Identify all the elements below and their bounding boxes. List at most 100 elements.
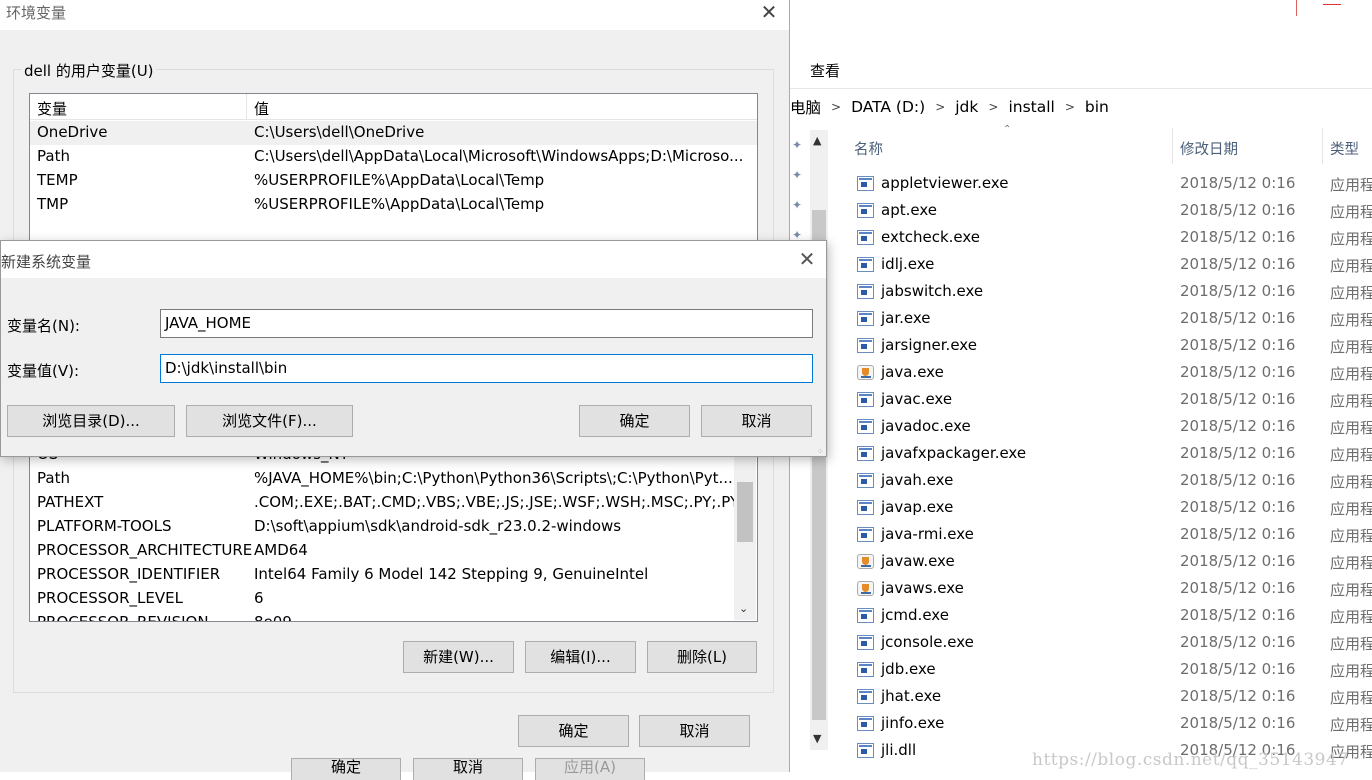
- exe-icon: [857, 662, 874, 677]
- breadcrumb-this-pc[interactable]: 电脑: [790, 96, 821, 118]
- column-header-type[interactable]: 类型: [1330, 138, 1359, 159]
- file-row[interactable]: jabswitch.exe 2018/5/12 0:16 应用程: [840, 278, 1372, 305]
- column-divider[interactable]: [1172, 128, 1173, 164]
- chevron-right-icon[interactable]: >: [1065, 100, 1075, 114]
- system-variable-row[interactable]: PROCESSOR_IDENTIFIER Intel64 Family 6 Mod…: [30, 563, 757, 587]
- new-variable-button[interactable]: 新建(W)...: [403, 641, 514, 673]
- file-row[interactable]: jinfo.exe 2018/5/12 0:16 应用程: [840, 710, 1372, 737]
- breadcrumb-jdk[interactable]: jdk: [955, 98, 978, 116]
- file-name: apt.exe: [881, 201, 937, 219]
- address-bar[interactable]: 电脑 > DATA (D:) > jdk > install > bin: [790, 95, 1372, 119]
- scroll-down-icon[interactable]: ⌄: [739, 602, 748, 615]
- user-variable-row[interactable]: TMP %USERPROFILE%\AppData\Local\Temp: [30, 193, 757, 217]
- ok-button[interactable]: 确定: [579, 405, 690, 437]
- file-name: javah.exe: [881, 471, 954, 489]
- system-variables-list[interactable]: OSWindows_NTPath%JAVA_HOME%\bin;C:\Pytho…: [29, 440, 758, 622]
- file-row[interactable]: javafxpackager.exe 2018/5/12 0:16 应用程: [840, 440, 1372, 467]
- pin-icon[interactable]: ✦: [792, 168, 804, 182]
- file-date: 2018/5/12 0:16: [1180, 471, 1296, 489]
- delete-variable-button[interactable]: 删除(L): [647, 641, 757, 673]
- exe-icon: [857, 635, 874, 650]
- file-type: 应用程: [1330, 608, 1372, 626]
- system-variable-row[interactable]: PROCESSOR_ARCHITECTURE AMD64: [30, 539, 757, 563]
- file-type: 应用程: [1330, 365, 1372, 383]
- pin-icon[interactable]: ✦: [792, 138, 804, 152]
- window-close-button[interactable]: [1296, 0, 1372, 16]
- file-row[interactable]: jarsigner.exe 2018/5/12 0:16 应用程: [840, 332, 1372, 359]
- exe-icon: [857, 527, 874, 542]
- behind-apply-button[interactable]: 应用(A): [535, 758, 645, 780]
- chevron-right-icon[interactable]: >: [831, 100, 841, 114]
- system-variable-row[interactable]: PATHEXT .COM;.EXE;.BAT;.CMD;.VBS;.VBE;.JS…: [30, 491, 757, 515]
- browse-file-button[interactable]: 浏览文件(F)...: [186, 405, 353, 437]
- file-row[interactable]: apt.exe 2018/5/12 0:16 应用程: [840, 197, 1372, 224]
- system-variable-row[interactable]: PROCESSOR_REVISION 8e09: [30, 611, 757, 622]
- scroll-up-icon[interactable]: ▲: [813, 134, 821, 147]
- file-row[interactable]: jar.exe 2018/5/12 0:16 应用程: [840, 305, 1372, 332]
- user-variable-row[interactable]: Path C:\Users\dell\AppData\Local\Microsof…: [30, 145, 757, 169]
- file-type: 应用程: [1330, 176, 1372, 194]
- column-divider[interactable]: [1322, 128, 1323, 164]
- file-row[interactable]: javadoc.exe 2018/5/12 0:16 应用程: [840, 413, 1372, 440]
- user-variables-list[interactable]: 变量 值 OneDrive C:\Users\dell\OneDrive Path C…: [29, 93, 758, 243]
- file-row[interactable]: jconsole.exe 2018/5/12 0:16 应用程: [840, 629, 1372, 656]
- file-row[interactable]: javaw.exe 2018/5/12 0:16 应用程: [840, 548, 1372, 575]
- cancel-button[interactable]: 取消: [639, 715, 750, 747]
- file-row[interactable]: javap.exe 2018/5/12 0:16 应用程: [840, 494, 1372, 521]
- file-row[interactable]: extcheck.exe 2018/5/12 0:16 应用程: [840, 224, 1372, 251]
- column-divider[interactable]: [246, 94, 247, 120]
- user-variable-row[interactable]: TEMP %USERPROFILE%\AppData\Local\Temp: [30, 169, 757, 193]
- file-row[interactable]: java.exe 2018/5/12 0:16 应用程: [840, 359, 1372, 386]
- file-name: jconsole.exe: [881, 633, 974, 651]
- breadcrumb-install[interactable]: install: [1008, 98, 1054, 116]
- chevron-right-icon[interactable]: >: [988, 100, 998, 114]
- file-date: 2018/5/12 0:16: [1180, 525, 1296, 543]
- variable-name-input[interactable]: JAVA_HOME: [160, 309, 813, 338]
- system-variable-row[interactable]: PROCESSOR_LEVEL 6: [30, 587, 757, 611]
- system-variable-row[interactable]: PLATFORM-TOOLS D:\soft\appium\sdk\android…: [30, 515, 757, 539]
- file-type: 应用程: [1330, 635, 1372, 653]
- close-icon[interactable]: ✕: [758, 0, 780, 24]
- file-type: 应用程: [1330, 554, 1372, 572]
- column-header-name[interactable]: 名称: [854, 138, 883, 159]
- ribbon-tab-view[interactable]: 查看: [810, 60, 840, 81]
- scroll-down-icon[interactable]: ▼: [813, 732, 821, 745]
- breadcrumb-data-drive[interactable]: DATA (D:): [851, 98, 925, 116]
- cancel-button[interactable]: 取消: [701, 405, 812, 437]
- file-row[interactable]: jcmd.exe 2018/5/12 0:16 应用程: [840, 602, 1372, 629]
- exe-icon: [857, 257, 874, 272]
- edit-variable-button[interactable]: 编辑(I)...: [525, 641, 636, 673]
- file-type: 应用程: [1330, 446, 1372, 464]
- column-header-variable[interactable]: 变量: [37, 98, 67, 119]
- file-date: 2018/5/12 0:16: [1180, 579, 1296, 597]
- pin-icon[interactable]: ✦: [792, 198, 804, 212]
- dialog-titlebar[interactable]: 新建系统变量 ✕: [1, 241, 826, 278]
- behind-cancel-button[interactable]: 取消: [413, 758, 523, 780]
- file-row[interactable]: java-rmi.exe 2018/5/12 0:16 应用程: [840, 521, 1372, 548]
- system-list-scroll-thumb[interactable]: [737, 482, 753, 542]
- variable-name: PROCESSOR_REVISION: [37, 613, 209, 622]
- file-row[interactable]: javaws.exe 2018/5/12 0:16 应用程: [840, 575, 1372, 602]
- system-variable-row[interactable]: Path %JAVA_HOME%\bin;C:\Python\Python36\S…: [30, 467, 757, 491]
- file-row[interactable]: javah.exe 2018/5/12 0:16 应用程: [840, 467, 1372, 494]
- file-date: 2018/5/12 0:16: [1180, 363, 1296, 381]
- file-row[interactable]: appletviewer.exe 2018/5/12 0:16 应用程: [840, 170, 1372, 197]
- ribbon-divider: [790, 88, 1372, 89]
- ok-button[interactable]: 确定: [518, 715, 629, 747]
- behind-ok-button[interactable]: 确定: [291, 758, 401, 780]
- variable-value-input[interactable]: D:\jdk\install\bin: [160, 354, 813, 383]
- file-row[interactable]: idlj.exe 2018/5/12 0:16 应用程: [840, 251, 1372, 278]
- resize-grip-icon[interactable]: ⁘: [817, 447, 827, 457]
- column-header-value[interactable]: 值: [254, 98, 269, 119]
- close-icon[interactable]: ✕: [796, 247, 818, 271]
- chevron-right-icon[interactable]: >: [935, 100, 945, 114]
- exe-icon: [857, 689, 874, 704]
- breadcrumb-bin[interactable]: bin: [1085, 98, 1109, 116]
- column-header-date[interactable]: 修改日期: [1180, 138, 1238, 159]
- file-row[interactable]: jhat.exe 2018/5/12 0:16 应用程: [840, 683, 1372, 710]
- new-system-variable-dialog: 新建系统变量 ✕ 变量名(N): JAVA_HOME 变量值(V): D:\jd…: [0, 240, 827, 457]
- file-row[interactable]: jdb.exe 2018/5/12 0:16 应用程: [840, 656, 1372, 683]
- user-variable-row[interactable]: OneDrive C:\Users\dell\OneDrive: [30, 121, 757, 145]
- browse-directory-button[interactable]: 浏览目录(D)...: [7, 405, 175, 437]
- file-row[interactable]: javac.exe 2018/5/12 0:16 应用程: [840, 386, 1372, 413]
